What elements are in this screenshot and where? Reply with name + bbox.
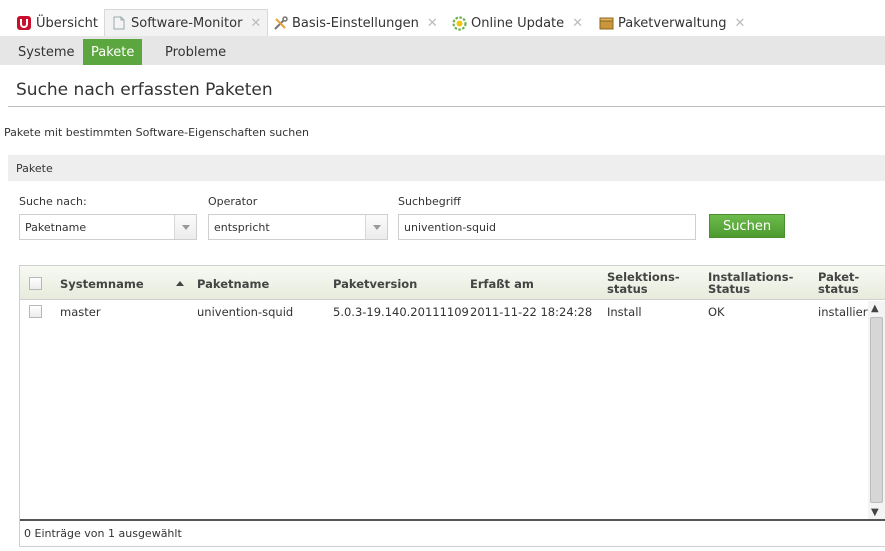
- tab-label: Übersicht: [36, 15, 98, 31]
- cell-paketname: univention-squid: [197, 305, 294, 319]
- tab-overview[interactable]: Übersicht: [10, 10, 104, 36]
- tab-bar: Übersicht Software-Monitor ✕ Basis-Einst…: [0, 0, 885, 36]
- scroll-up-icon[interactable]: ▲: [871, 303, 879, 314]
- search-by-value: Paketname: [25, 220, 87, 234]
- search-term-input[interactable]: univention-squid: [398, 214, 696, 240]
- cell-paketstatus: installiert: [818, 305, 868, 319]
- column-header-selektionsstatus[interactable]: Selektions- status: [607, 271, 680, 295]
- cell-installationsstatus: OK: [708, 305, 725, 319]
- tab-label: Basis-Einstellungen: [292, 15, 419, 31]
- close-icon[interactable]: ✕: [734, 16, 745, 31]
- chevron-down-icon[interactable]: [365, 215, 387, 239]
- page-description: Pakete mit bestimmten Software-Eigenscha…: [4, 126, 309, 139]
- grid-header: Systemname Paketname Paketversion Erfaßt…: [20, 266, 885, 300]
- vertical-scrollbar[interactable]: ▲ ▼: [868, 301, 885, 520]
- column-header-paketstatus[interactable]: Paket- status: [818, 271, 859, 295]
- package-icon: [598, 15, 614, 31]
- column-header-line: Status: [708, 282, 751, 296]
- search-button[interactable]: Suchen: [709, 214, 785, 238]
- operator-value: entspricht: [214, 220, 270, 234]
- search-term-label: Suchbegriff: [398, 195, 461, 208]
- column-header-systemname[interactable]: Systemname: [60, 278, 144, 290]
- tab-software-monitor[interactable]: Software-Monitor ✕: [104, 9, 269, 36]
- univention-logo-icon: [16, 15, 32, 31]
- search-by-label: Suche nach:: [19, 195, 87, 208]
- cell-erfasst-am: 2011-11-22 18:24:28: [470, 305, 593, 319]
- tab-label: Paketverwaltung: [618, 15, 727, 31]
- tab-online-update[interactable]: Online Update ✕: [445, 10, 589, 36]
- sub-tab-bar: Systeme Pakete Probleme: [0, 36, 885, 65]
- page-title: Suche nach erfassten Paketen: [16, 80, 273, 100]
- scrollbar-thumb[interactable]: [870, 317, 883, 503]
- tab-basis-einstellungen[interactable]: Basis-Einstellungen ✕: [266, 10, 444, 36]
- operator-select[interactable]: entspricht: [208, 214, 388, 240]
- cell-selektionsstatus: Install: [607, 305, 642, 319]
- search-by-select[interactable]: Paketname: [19, 214, 197, 240]
- section-title: Pakete: [16, 161, 53, 175]
- scroll-down-icon[interactable]: ▼: [871, 507, 879, 518]
- close-icon[interactable]: ✕: [427, 16, 438, 31]
- title-divider: [8, 106, 885, 107]
- close-icon[interactable]: ✕: [572, 16, 583, 31]
- chevron-down-icon[interactable]: [174, 215, 196, 239]
- close-icon[interactable]: ✕: [250, 16, 261, 31]
- tab-paketverwaltung[interactable]: Paketverwaltung ✕: [592, 10, 751, 36]
- column-header-erfasst-am[interactable]: Erfaßt am: [470, 278, 534, 290]
- tab-label: Software-Monitor: [131, 15, 243, 31]
- tools-icon: [272, 15, 288, 31]
- column-header-line: status: [818, 282, 859, 296]
- results-grid: Systemname Paketname Paketversion Erfaßt…: [19, 265, 885, 547]
- select-all-checkbox[interactable]: [29, 277, 42, 290]
- section-header: Pakete: [8, 155, 885, 181]
- selection-count: 0 Einträge von 1 ausgewählt: [24, 527, 182, 540]
- column-header-installationsstatus[interactable]: Installations- Status: [708, 271, 793, 295]
- search-term-value: univention-squid: [404, 220, 497, 234]
- subtab-pakete[interactable]: Pakete: [83, 39, 143, 65]
- cell-paketversion: 5.0.3-19.140.201111090: [333, 305, 468, 319]
- column-header-paketname[interactable]: Paketname: [197, 278, 269, 290]
- column-header-paketversion[interactable]: Paketversion: [333, 278, 417, 290]
- table-row[interactable]: master univention-squid 5.0.3-19.140.201…: [20, 301, 868, 323]
- column-header-line: status: [607, 282, 648, 296]
- update-gear-icon: [451, 15, 467, 31]
- operator-label: Operator: [208, 195, 258, 208]
- subtab-systeme[interactable]: Systeme: [10, 39, 82, 65]
- document-icon: [111, 15, 127, 31]
- sort-ascending-icon: [176, 281, 184, 286]
- cell-systemname: master: [60, 305, 101, 319]
- subtab-probleme[interactable]: Probleme: [157, 39, 234, 65]
- row-checkbox[interactable]: [29, 305, 42, 318]
- grid-footer: 0 Einträge von 1 ausgewählt: [20, 519, 885, 546]
- tab-label: Online Update: [471, 15, 565, 31]
